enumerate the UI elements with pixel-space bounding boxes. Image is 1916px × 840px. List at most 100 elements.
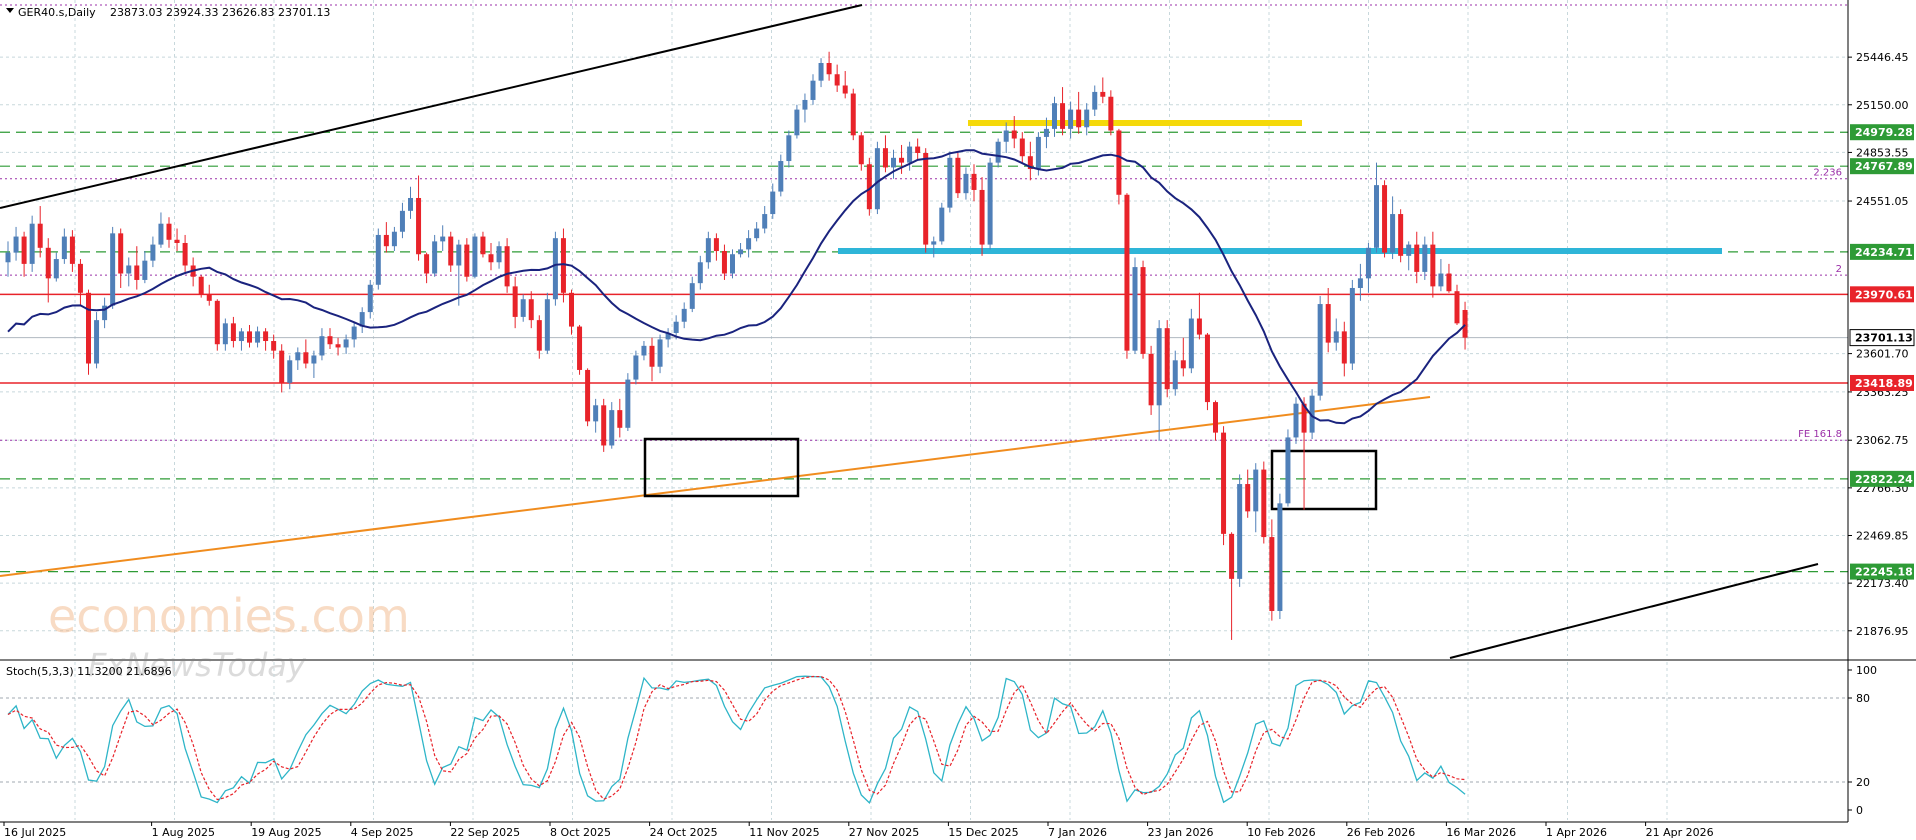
candle-body <box>528 299 534 321</box>
candle-body <box>488 254 494 263</box>
candle-body <box>335 344 341 348</box>
candle-body <box>810 80 816 100</box>
candle-body <box>891 157 896 168</box>
candle-body <box>456 244 462 266</box>
candle-body <box>327 336 333 345</box>
candle-body <box>464 244 470 277</box>
candle-body <box>230 323 236 342</box>
candle-body <box>673 321 679 333</box>
candle-body <box>134 265 140 280</box>
candle-body <box>295 352 301 361</box>
candle-body <box>649 345 655 367</box>
stoch-axis-label: 20 <box>1856 776 1870 789</box>
candle-body <box>1229 533 1235 579</box>
candle-body <box>416 197 422 255</box>
candle-body <box>448 236 454 266</box>
candle-body <box>1172 360 1178 390</box>
stoch-axis-label: 0 <box>1856 804 1863 817</box>
price-axis-label: 24551.05 <box>1856 195 1909 208</box>
candle-body <box>842 85 848 94</box>
candle-body <box>1116 130 1122 195</box>
candle-body <box>1035 136 1041 170</box>
candle-body <box>5 252 11 263</box>
candle-body <box>1003 130 1009 142</box>
candle-body <box>118 233 124 274</box>
candle-body <box>1293 403 1299 438</box>
trading-chart[interactable]: economies.com FxNewsToday Stoch(5,3,3) 1… <box>0 0 1916 840</box>
candle-body <box>1221 432 1227 534</box>
candle-body <box>1317 304 1323 396</box>
time-axis-label: 22 Sep 2025 <box>450 826 520 839</box>
candle-body <box>947 157 953 208</box>
candle-body <box>681 308 687 322</box>
candle-body <box>987 162 993 245</box>
time-axis-label: 16 Mar 2026 <box>1446 826 1516 839</box>
candle-body <box>730 254 735 274</box>
candle-body <box>21 236 27 264</box>
candle-body <box>931 241 937 245</box>
candle-body <box>657 339 663 367</box>
time-axis-label: 21 Apr 2026 <box>1646 826 1714 839</box>
candle-body <box>1076 109 1082 128</box>
time-axis-label: 7 Jan 2026 <box>1048 826 1107 839</box>
candle-body <box>1204 334 1210 403</box>
candle-body <box>762 214 768 229</box>
candle-body <box>166 223 172 240</box>
candle-body <box>311 355 317 364</box>
candle-body <box>1325 304 1331 343</box>
price-axis-label: 25446.45 <box>1856 51 1909 64</box>
candle-body <box>850 93 856 136</box>
candle-body <box>794 109 800 136</box>
candle-body <box>391 231 397 247</box>
candle-body <box>1414 244 1420 272</box>
fib-label: FE 161.8 <box>1798 429 1842 440</box>
candle-body <box>641 345 647 356</box>
price-tag-label: 24234.71 <box>1855 246 1913 259</box>
stoch-axis-label: 80 <box>1856 692 1870 705</box>
candle-body <box>1108 96 1114 131</box>
candle-body <box>1357 278 1363 288</box>
price-tag-label: 23701.13 <box>1855 332 1913 345</box>
candle-body <box>899 157 905 163</box>
candle-body <box>923 152 929 245</box>
candle-body <box>520 299 526 317</box>
candle-body <box>625 379 631 428</box>
candle-body <box>1132 267 1138 351</box>
candle-body <box>577 326 583 370</box>
candle-body <box>367 284 373 313</box>
candle-body <box>1422 244 1428 272</box>
candle-body <box>754 228 760 239</box>
watermark-brand: economies.com <box>48 589 410 643</box>
candle-body <box>770 191 776 215</box>
candle-body <box>13 236 19 253</box>
candle-body <box>1019 138 1025 157</box>
price-axis-label: 22469.85 <box>1856 529 1909 542</box>
candle-body <box>552 238 558 300</box>
candle-body <box>963 173 969 194</box>
candle-body <box>746 238 752 250</box>
candle-body <box>907 146 913 163</box>
candle-body <box>1011 130 1017 139</box>
candle-body <box>480 236 486 255</box>
time-axis-label: 24 Oct 2025 <box>650 826 718 839</box>
time-axis-label: 11 Nov 2025 <box>749 826 819 839</box>
stochastic-title: Stoch(5,3,3) 11.3200 21.6896 <box>6 665 172 678</box>
time-axis-label: 10 Feb 2026 <box>1247 826 1315 839</box>
candle-body <box>1285 437 1291 504</box>
candle-body <box>1156 328 1162 406</box>
candle-body <box>1454 291 1460 324</box>
candle-body <box>1398 214 1404 256</box>
candle-body <box>1245 484 1251 512</box>
candle-body <box>472 236 478 277</box>
candle-body <box>593 405 599 422</box>
candle-body <box>1462 309 1468 338</box>
candle-body <box>182 242 188 266</box>
candle-body <box>1213 402 1218 433</box>
candle-body <box>1438 273 1444 287</box>
time-axis-label: 1 Aug 2025 <box>152 826 215 839</box>
candle-body <box>206 294 212 301</box>
candle-body <box>77 263 83 293</box>
symbol-label: GER40.s,Daily <box>18 6 96 19</box>
candle-body <box>560 238 566 293</box>
candle-body <box>1060 103 1066 129</box>
